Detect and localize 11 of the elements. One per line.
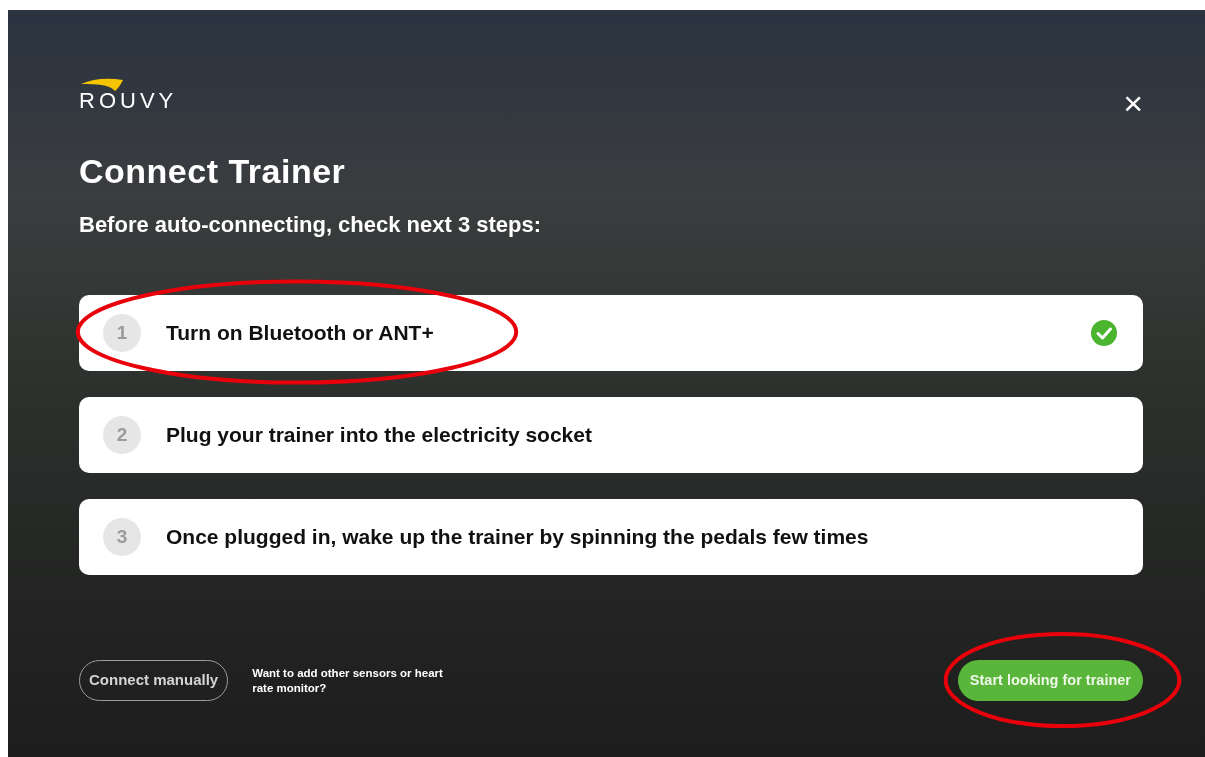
dialog-subtitle: Before auto-connecting, check next 3 steps: — [79, 210, 543, 238]
close-button[interactable]: × — [1123, 86, 1143, 120]
step-text: Turn on Bluetooth or ANT+ — [166, 320, 435, 347]
sensors-hint: Want to add other sensors or heart rate monitor? — [252, 665, 444, 696]
logo: ROUVY — [79, 78, 178, 112]
step-text: Once plugged in, wake up the trainer by spinning the pedals few times — [166, 524, 870, 551]
dialog-title: Connect Trainer — [79, 151, 347, 192]
step-number: 2 — [103, 416, 141, 454]
step-number: 3 — [103, 518, 141, 556]
step-number: 1 — [103, 314, 141, 352]
step-text: Plug your trainer into the electricity socket — [166, 422, 593, 449]
